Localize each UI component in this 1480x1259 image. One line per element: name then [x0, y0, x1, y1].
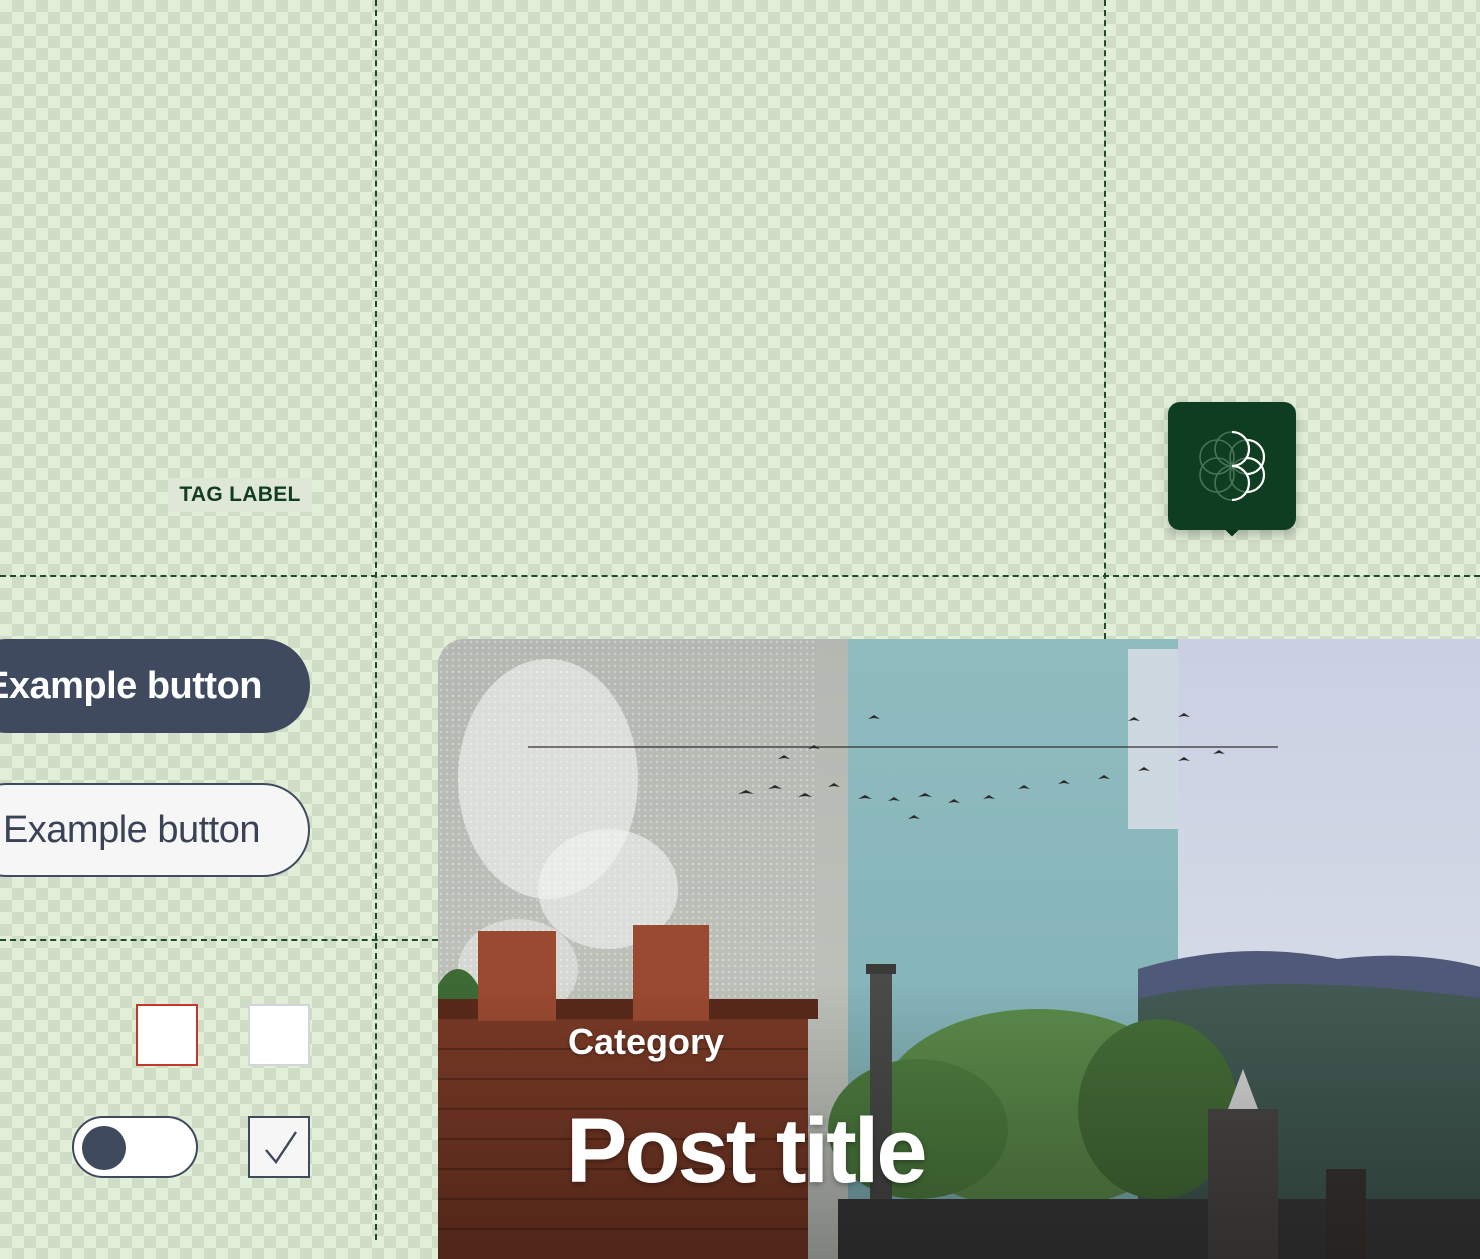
post-card[interactable]: Category Post title [438, 639, 1480, 1259]
app-badge[interactable] [1168, 402, 1296, 530]
post-category[interactable]: Category [568, 1021, 724, 1063]
post-title[interactable]: Post title [566, 1101, 927, 1201]
toggle-knob [82, 1126, 126, 1170]
guide-line-vertical-1 [375, 0, 377, 1240]
secondary-button[interactable]: Example button [0, 783, 310, 877]
checkbox-error[interactable] [136, 1004, 198, 1066]
tag-label: TAG LABEL [168, 478, 312, 512]
primary-button[interactable]: Example button [0, 639, 310, 733]
guide-line-horizontal-2 [0, 939, 438, 941]
toggle-switch[interactable] [72, 1116, 198, 1178]
checkbox-unchecked[interactable] [248, 1004, 310, 1066]
checkbox-checked[interactable] [248, 1116, 310, 1178]
guide-line-horizontal-1 [0, 575, 1480, 577]
flower-of-life-logo-icon [1199, 430, 1266, 502]
guide-line-vertical-2 [1104, 0, 1106, 639]
checkmark-icon [265, 1131, 297, 1165]
